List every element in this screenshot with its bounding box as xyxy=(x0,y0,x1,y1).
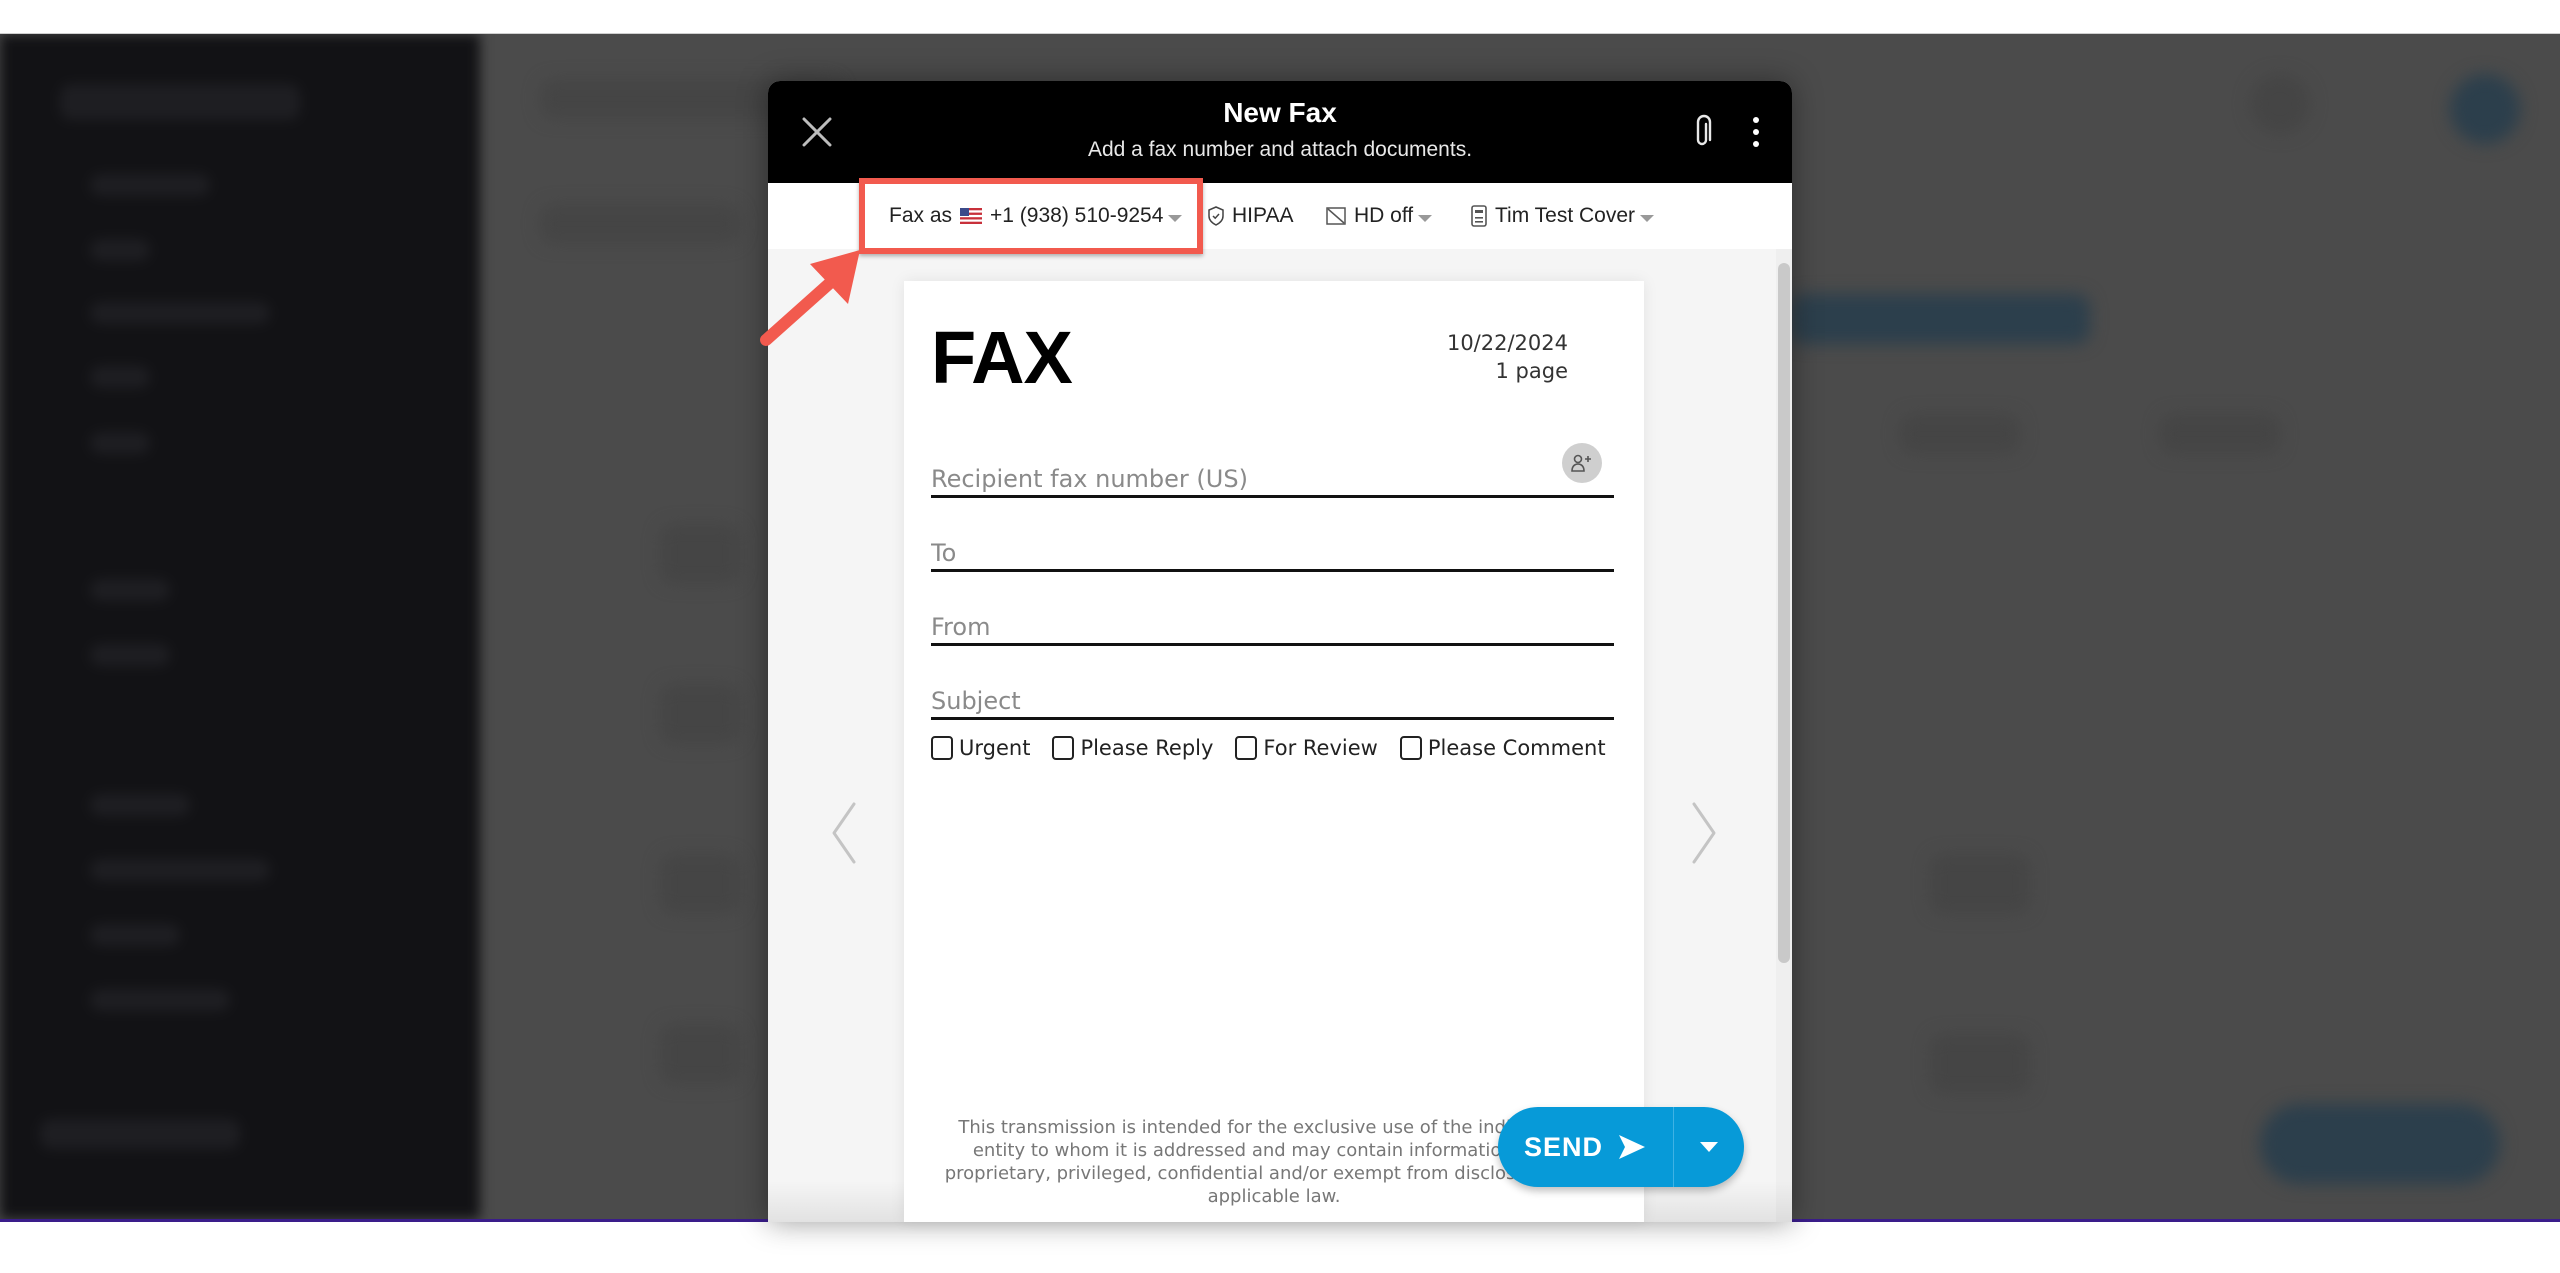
hd-label: HD off xyxy=(1354,204,1414,227)
chevron-down-icon xyxy=(1168,214,1183,222)
recipient-fax-input[interactable] xyxy=(931,465,1614,493)
modal-subtitle: Add a fax number and attach documents. xyxy=(1087,138,1473,161)
hipaa-toggle[interactable]: HIPAA xyxy=(1208,183,1293,249)
fax-as-label: Fax as xyxy=(889,204,953,227)
send-label: SEND xyxy=(1523,1131,1603,1162)
next-page-button[interactable] xyxy=(1686,800,1726,866)
to-input[interactable] xyxy=(931,539,1614,567)
paperclip-icon xyxy=(1696,114,1712,146)
us-flag-icon xyxy=(960,208,983,224)
checkbox-please-reply[interactable]: Please Reply xyxy=(1052,736,1213,760)
send-options-dropdown[interactable] xyxy=(1674,1107,1744,1187)
subject-field xyxy=(931,675,1614,720)
send-button-group: SEND xyxy=(1498,1107,1744,1187)
checkbox-label: For Review xyxy=(1263,736,1378,760)
recipient-fax-field xyxy=(931,443,1614,498)
add-contact-icon xyxy=(1571,454,1591,472)
checkbox-urgent[interactable]: Urgent xyxy=(931,736,1030,760)
checkbox-label: Urgent xyxy=(959,736,1031,760)
checkbox-label: Please Reply xyxy=(1080,736,1214,760)
fax-cover-page: FAX 10/22/2024 1 page Urgent Please Repl… xyxy=(904,281,1644,1222)
checkbox-box[interactable] xyxy=(1235,736,1258,760)
add-contact-button[interactable] xyxy=(1562,443,1602,483)
checkbox-please-comment[interactable]: Please Comment xyxy=(1399,736,1606,760)
blurred-sidebar xyxy=(0,34,480,1219)
fax-options-toolbar: Fax as +1 (938) 510-9254 HIPAA HD off Ti… xyxy=(768,183,1792,250)
fax-page-count: 1 page xyxy=(1495,359,1569,383)
more-vertical-icon xyxy=(1753,117,1759,147)
previous-page-button[interactable] xyxy=(822,800,862,866)
fax-cover-title: FAX xyxy=(931,316,1073,399)
document-icon xyxy=(1471,205,1487,227)
modal-title: New Fax xyxy=(1223,97,1337,128)
chevron-left-icon xyxy=(832,802,856,864)
hd-selector[interactable]: HD off xyxy=(1326,183,1433,249)
fax-meta: 10/22/2024 1 page xyxy=(1447,329,1568,385)
shield-check-icon xyxy=(1208,206,1224,226)
fax-as-selector[interactable]: Fax as +1 (938) 510-9254 xyxy=(889,183,1183,249)
checkbox-box[interactable] xyxy=(1052,736,1075,760)
subject-input[interactable] xyxy=(931,687,1614,715)
cover-checkboxes: Urgent Please Reply For Review Please Co… xyxy=(931,736,1621,760)
checkbox-box[interactable] xyxy=(1399,736,1422,760)
attach-button[interactable] xyxy=(1690,114,1714,150)
chevron-down-icon xyxy=(1640,214,1655,222)
cover-page-selector[interactable]: Tim Test Cover xyxy=(1471,183,1655,249)
modal-header: New Fax Add a fax number and attach docu… xyxy=(768,81,1792,183)
from-input[interactable] xyxy=(931,613,1614,641)
hd-off-icon xyxy=(1326,207,1346,225)
to-field xyxy=(931,527,1614,572)
fax-date: 10/22/2024 xyxy=(1446,331,1568,355)
checkbox-for-review[interactable]: For Review xyxy=(1235,736,1378,760)
send-button[interactable]: SEND xyxy=(1498,1107,1674,1187)
checkbox-box[interactable] xyxy=(931,736,953,760)
checkbox-label: Please Comment xyxy=(1427,736,1606,760)
scrollbar[interactable] xyxy=(1778,263,1790,963)
fax-as-number: +1 (938) 510-9254 xyxy=(990,204,1164,227)
chevron-down-icon xyxy=(1700,1142,1718,1152)
cover-label: Tim Test Cover xyxy=(1495,204,1636,227)
more-options-button[interactable] xyxy=(1750,114,1762,150)
chevron-down-icon xyxy=(1418,214,1433,222)
hipaa-label: HIPAA xyxy=(1232,204,1294,227)
from-field xyxy=(931,601,1614,646)
chevron-right-icon xyxy=(1692,802,1716,864)
send-icon xyxy=(1619,1135,1645,1159)
